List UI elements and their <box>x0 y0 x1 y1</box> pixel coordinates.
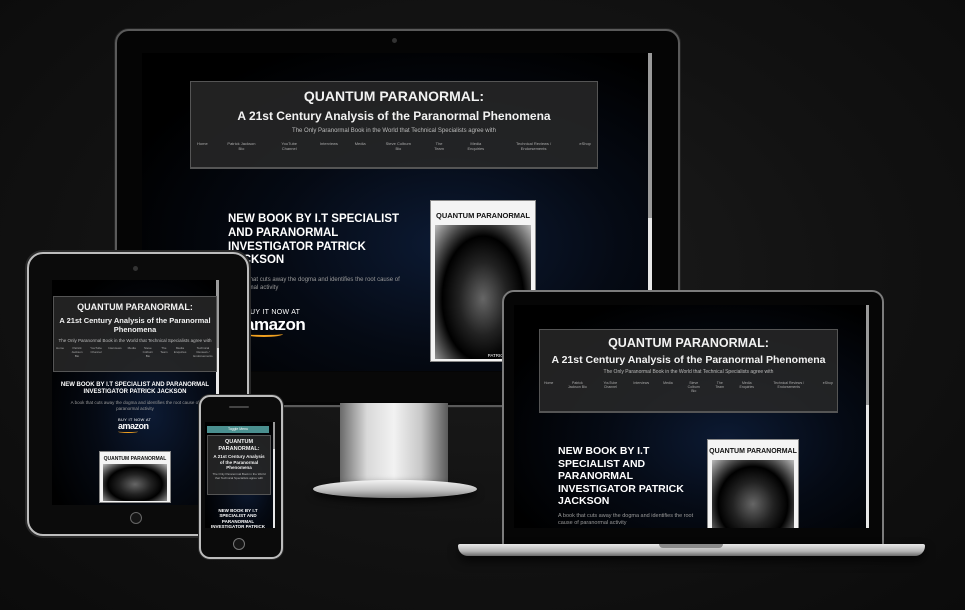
nav-youtube[interactable]: YouTube Channel <box>275 141 303 151</box>
tablet-nav-bio[interactable]: Patrick Jackson Bio <box>70 346 84 358</box>
laptop-site-subtitle: A 21st Century Analysis of the Paranorma… <box>551 354 826 366</box>
laptop-site-title: QUANTUM PARANORMAL: <box>608 336 769 350</box>
laptop-notch <box>659 544 723 548</box>
nav-media[interactable]: Media <box>355 141 366 146</box>
tablet-nav-steve[interactable]: Steve Colburn Bio <box>142 346 154 358</box>
mobile-menu-toggle[interactable]: Toggle Menu <box>207 426 269 433</box>
tablet-nav-interviews[interactable]: Interviews <box>108 346 122 350</box>
tablet-amazon-buy-link[interactable]: BUY IT NOW AT amazon <box>118 418 151 433</box>
laptop-nav-steve[interactable]: Steve Colburn Bio <box>687 381 701 393</box>
laptop-scrollbar[interactable] <box>866 305 869 528</box>
tablet-nav-reviews[interactable]: Technical Reviews / Endorsements <box>192 346 214 358</box>
tablet-amazon-logo: amazon <box>118 421 149 431</box>
phone-speaker <box>229 406 249 408</box>
tablet-site-subtitle: A 21st Century Analysis of the Paranorma… <box>59 316 211 334</box>
nav-interviews[interactable]: Interviews <box>320 141 338 146</box>
nav-steve[interactable]: Steve Colburn Bio <box>382 141 414 151</box>
laptop-site-tagline: The Only Paranormal Book in the World th… <box>603 369 774 375</box>
mockup-stage: QUANTUM PARANORMAL: A 21st Century Analy… <box>0 0 965 610</box>
laptop-nav-reviews[interactable]: Technical Reviews / Endorsements <box>769 381 809 389</box>
nav-home[interactable]: Home <box>197 141 208 146</box>
site-header: QUANTUM PARANORMAL: A 21st Century Analy… <box>190 81 598 169</box>
phone-site-header: QUANTUM PARANORMAL: A 21st Century Analy… <box>207 435 271 495</box>
tablet-nav-youtube[interactable]: YouTube Channel <box>90 346 102 354</box>
tablet-nav-team[interactable]: The Team <box>160 346 168 354</box>
hero-title: NEW BOOK BY I.T SPECIALIST AND PARANORMA… <box>228 213 400 267</box>
site-nav: Home Patrick Jackson Bio YouTube Channel… <box>197 141 591 151</box>
cover-title: QUANTUM PARANORMAL <box>435 211 531 220</box>
tablet-cover-image <box>102 464 168 501</box>
laptop-nav-home[interactable]: Home <box>544 381 553 385</box>
tablet-nav-media[interactable]: Media <box>128 346 136 350</box>
tablet-hero-title: NEW BOOK BY I.T SPECIALIST AND PARANORMA… <box>60 382 210 396</box>
phone-hero-title: NEW BOOK BY I.T SPECIALIST AND PARANORMA… <box>211 508 265 528</box>
laptop-cover-image <box>711 460 795 528</box>
laptop-nav: Home Patrick Jackson Bio YouTube Channel… <box>544 381 833 393</box>
laptop-cover-title: QUANTUM PARANORMAL <box>709 448 797 455</box>
tablet-home-button[interactable] <box>130 512 142 524</box>
monitor-camera <box>392 38 397 43</box>
site-tagline: The Only Paranormal Book in the World th… <box>292 128 496 134</box>
laptop-nav-interviews[interactable]: Interviews <box>633 381 649 385</box>
nav-team[interactable]: The Team <box>431 141 447 151</box>
phone-site-title: QUANTUM PARANORMAL: <box>218 439 260 452</box>
tablet-book-cover[interactable]: QUANTUM PARANORMAL <box>99 451 171 503</box>
amazon-buy-link[interactable]: BUY IT NOW AT amazon <box>245 309 306 337</box>
site-title: QUANTUM PARANORMAL: <box>303 88 485 104</box>
hero-divider <box>190 167 598 168</box>
phone-home-button[interactable] <box>233 538 245 550</box>
tablet-nav: Home Patrick Jackson Bio YouTube Channel… <box>56 346 214 358</box>
monitor-stand-base <box>313 480 477 498</box>
tablet-screen: QUANTUM PARANORMAL: A 21st Century Analy… <box>52 280 219 505</box>
laptop-screen: QUANTUM PARANORMAL: A 21st Century Analy… <box>514 305 869 528</box>
laptop-hero-divider <box>539 411 838 412</box>
phone-scrollbar[interactable] <box>273 422 275 528</box>
nav-eshop[interactable]: eShop <box>579 141 591 146</box>
tablet-site-tagline: The Only Paranormal Book in the World th… <box>58 338 212 343</box>
phone-screen: Toggle Menu QUANTUM PARANORMAL: A 21st C… <box>205 422 275 528</box>
site-subtitle: A 21st Century Analysis of the Paranorma… <box>237 109 551 123</box>
tablet-site-header: QUANTUM PARANORMAL: A 21st Century Analy… <box>53 296 217 372</box>
laptop-book-cover[interactable]: QUANTUM PARANORMAL <box>707 439 799 528</box>
laptop-nav-eshop[interactable]: eShop <box>823 381 833 385</box>
laptop-hero-text: A book that cuts away the dogma and iden… <box>558 513 694 526</box>
laptop-site-header: QUANTUM PARANORMAL: A 21st Century Analy… <box>539 329 838 413</box>
tablet-site-title: QUANTUM PARANORMAL: <box>77 302 193 312</box>
tablet-camera <box>133 266 138 271</box>
hero-text: A book that cuts away the dogma and iden… <box>228 277 400 291</box>
tablet-nav-home[interactable]: Home <box>56 346 64 350</box>
laptop-hero-title: NEW BOOK BY I.T SPECIALIST AND PARANORMA… <box>558 445 684 508</box>
tablet-nav-enquiries[interactable]: Media Enquiries <box>174 346 187 354</box>
laptop-nav-youtube[interactable]: YouTube Channel <box>601 381 619 389</box>
phone-site-tagline: The Only Paranormal Book in the World th… <box>212 472 266 480</box>
nav-bio[interactable]: Patrick Jackson Bio <box>224 141 258 151</box>
laptop-nav-bio[interactable]: Patrick Jackson Bio <box>567 381 587 389</box>
tablet-hero-text: A book that cuts away the dogma and iden… <box>70 400 200 411</box>
nav-reviews[interactable]: Technical Reviews / Endorsements <box>505 141 563 151</box>
laptop-nav-media[interactable]: Media <box>663 381 673 385</box>
laptop-nav-team[interactable]: The Team <box>715 381 725 389</box>
amazon-logo: amazon <box>245 315 306 334</box>
phone-site-subtitle: A 21st Century Analysis of the Paranorma… <box>213 454 265 470</box>
tablet-cover-title: QUANTUM PARANORMAL <box>103 456 167 462</box>
nav-enquiries[interactable]: Media Enquiries <box>464 141 488 151</box>
laptop-nav-enquiries[interactable]: Media Enquiries <box>739 381 755 389</box>
monitor-stand-neck <box>340 403 448 485</box>
